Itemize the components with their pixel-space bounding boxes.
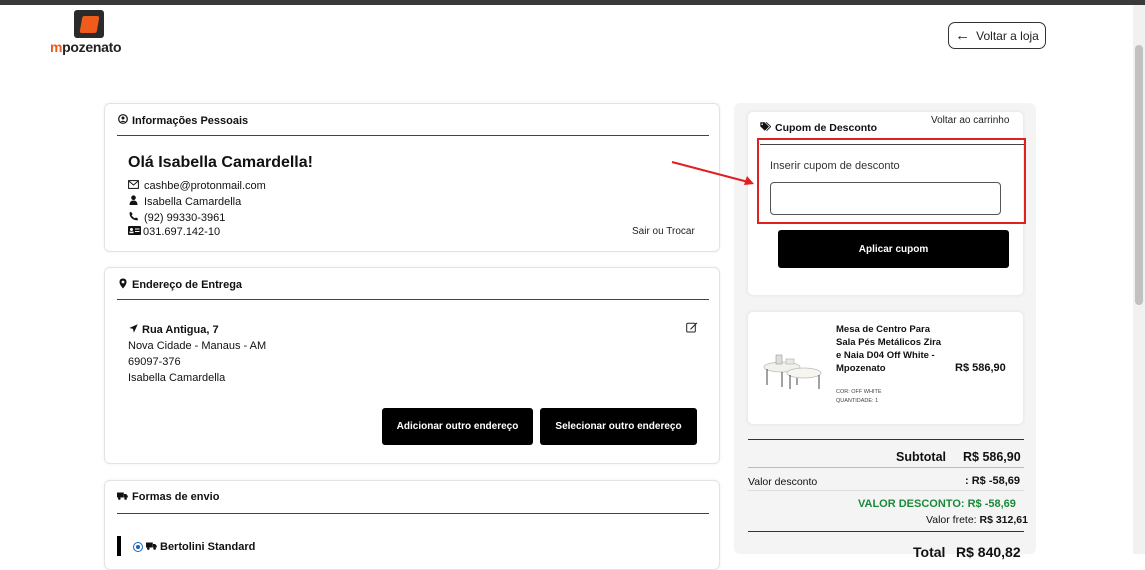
logo-mark-icon	[74, 10, 104, 38]
personal-info-title: Informações Pessoais	[132, 114, 249, 127]
shipping-cost-label: Valor frete:	[926, 514, 977, 526]
add-address-button[interactable]: Adicionar outro endereço	[382, 408, 533, 445]
product-price: R$ 586,90	[955, 362, 1006, 374]
shipping-cost-line: Valor frete: R$ 312,61	[926, 514, 1028, 526]
name-text: Isabella Camardella	[144, 195, 242, 208]
subtotal-value: R$ 586,90	[963, 450, 1021, 464]
coupon-title: Cupom de Desconto	[775, 122, 878, 134]
shipping-methods-card: Formas de envio Bertolini Standard	[104, 480, 720, 570]
zip-code: 69097-376	[128, 356, 181, 368]
subtotal-label: Subtotal	[896, 450, 946, 464]
shipping-cost-value: R$ 312,61	[979, 514, 1028, 526]
envelope-icon	[128, 180, 139, 192]
coupon-card: Cupom de Desconto Voltar ao carrinho Ins…	[747, 111, 1024, 296]
phone-text: (92) 99330-3961	[144, 211, 226, 224]
shipping-option-label: Bertolini Standard	[160, 541, 256, 553]
truck-icon	[117, 492, 128, 503]
greeting: Olá Isabella Camardella!	[128, 154, 313, 171]
logout-switch-link[interactable]: Sair ou Trocar	[632, 226, 695, 237]
delivery-address-title: Endereço de Entrega	[132, 279, 243, 291]
personal-info-card: Informações Pessoais Olá Isabella Camard…	[104, 103, 720, 252]
divider	[117, 299, 709, 300]
product-name[interactable]: Mesa de Centro Para Sala Pés Metálicos Z…	[836, 323, 944, 375]
coupon-input[interactable]	[770, 182, 1001, 215]
document-text: 031.697.142-10	[143, 226, 221, 238]
document-line: 031.697.142-10	[128, 226, 220, 238]
discount-total-line: VALOR DESCONTO: R$ -58,69	[858, 498, 1016, 510]
phone-line: (92) 99330-3961	[128, 211, 225, 224]
delivery-address-card: Endereço de Entrega Rua Antigua, 7 Nova …	[104, 267, 720, 464]
divider	[760, 144, 1024, 145]
divider	[117, 513, 709, 514]
id-card-icon	[128, 226, 141, 238]
shipping-methods-heading: Formas de envio	[117, 491, 219, 503]
back-to-store-button[interactable]: ← Voltar a loja	[948, 22, 1046, 49]
discount-label: Valor desconto	[748, 476, 818, 488]
product-quantity: QUANTIDADE: 1	[836, 398, 879, 404]
truck-icon	[146, 542, 157, 553]
discount-value: : R$ -58,69	[965, 475, 1021, 487]
browser-top-bar	[0, 0, 1145, 5]
product-image	[762, 345, 824, 391]
location-arrow-icon	[128, 324, 139, 336]
shipping-methods-title: Formas de envio	[132, 491, 220, 503]
selected-option-indicator	[117, 536, 121, 556]
edit-address-icon[interactable]	[686, 320, 698, 333]
page-scrollbar[interactable]	[1133, 5, 1145, 554]
discount-total-value: R$ -58,69	[967, 498, 1016, 510]
user-icon	[128, 195, 139, 208]
coupon-heading: Cupom de Desconto	[760, 121, 878, 134]
delivery-address-heading: Endereço de Entrega	[117, 278, 242, 292]
phone-icon	[128, 211, 139, 224]
radio-button[interactable]	[133, 542, 143, 552]
logo-text: mpozenato	[50, 39, 122, 55]
back-to-cart-link[interactable]: Voltar ao carrinho	[931, 115, 1009, 126]
street-line: Rua Antigua, 7	[128, 324, 219, 336]
total-value: R$ 840,82	[956, 544, 1021, 560]
email-line: cashbe@protonmail.com	[128, 180, 266, 192]
product-color: COR: OFF WHITE	[836, 389, 882, 395]
divider	[748, 467, 1024, 468]
recipient-name: Isabella Camardella	[128, 372, 226, 384]
coupon-input-label: Inserir cupom de desconto	[770, 160, 900, 172]
tags-icon	[760, 121, 772, 134]
scrollbar-thumb[interactable]	[1135, 45, 1143, 305]
divider	[748, 490, 1024, 491]
email-text: cashbe@protonmail.com	[144, 180, 266, 192]
personal-info-heading: Informações Pessoais	[117, 114, 248, 127]
total-label: Total	[913, 544, 946, 560]
divider	[117, 135, 709, 136]
street-text: Rua Antigua, 7	[142, 324, 219, 336]
apply-coupon-button[interactable]: Aplicar cupom	[778, 230, 1009, 268]
name-line: Isabella Camardella	[128, 195, 241, 208]
user-circle-icon	[117, 114, 128, 127]
back-to-store-label: Voltar a loja	[976, 28, 1039, 43]
arrow-left-icon: ←	[955, 27, 971, 44]
map-pin-icon	[117, 278, 128, 292]
select-address-button[interactable]: Selecionar outro endereço	[540, 408, 697, 445]
discount-total-label: VALOR DESCONTO:	[858, 498, 965, 510]
district-city: Nova Cidade - Manaus - AM	[128, 340, 267, 352]
store-logo[interactable]: mpozenato	[50, 10, 130, 56]
divider	[748, 439, 1024, 440]
shipping-option-bertolini[interactable]: Bertolini Standard	[133, 541, 255, 553]
divider	[748, 531, 1024, 532]
